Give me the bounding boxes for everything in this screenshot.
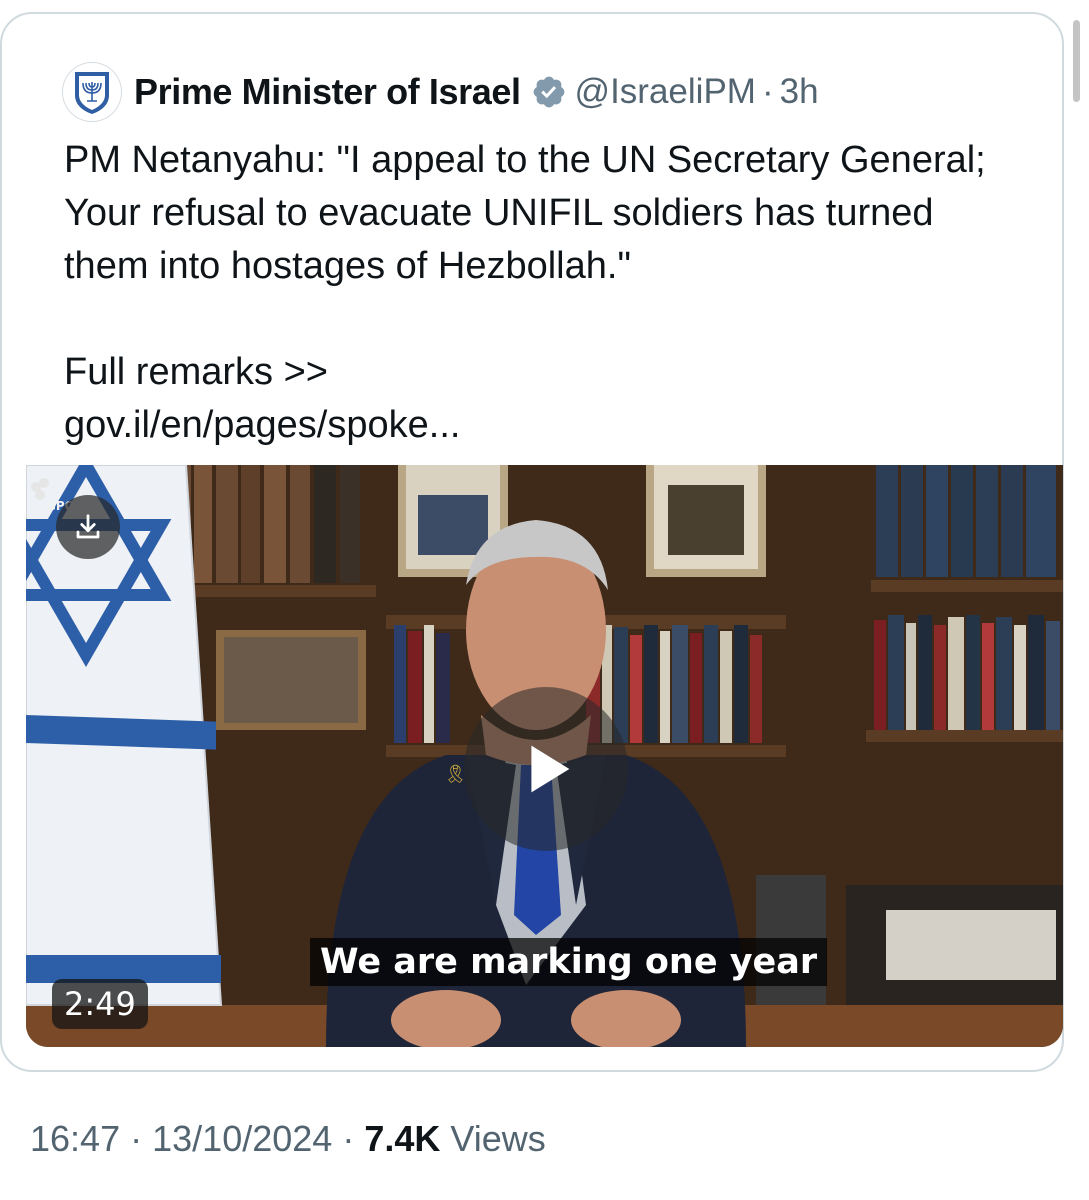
views-label[interactable]: Views <box>450 1118 545 1159</box>
tweet-time[interactable]: 16:47 <box>30 1118 120 1159</box>
video-duration: 2:49 <box>52 979 148 1029</box>
tweet-age[interactable]: 3h <box>780 72 819 112</box>
israel-emblem-icon <box>75 72 109 114</box>
views-count[interactable]: 7.4K <box>364 1118 440 1159</box>
play-icon <box>531 745 570 793</box>
play-button[interactable] <box>464 687 628 851</box>
meta-separator: · <box>342 1118 355 1159</box>
avatar[interactable] <box>62 62 122 122</box>
author-handle[interactable]: @IsraeliPM <box>575 72 756 112</box>
tweet-header: Prime Minister of Israel @IsraeliPM · 3h <box>62 54 819 130</box>
tweet-text: PM Netanyahu: "I appeal to the UN Secret… <box>64 139 986 446</box>
download-icon <box>76 514 100 539</box>
meta-separator: · <box>130 1118 143 1159</box>
page-scrollbar[interactable] <box>1073 20 1080 102</box>
author-name[interactable]: Prime Minister of Israel <box>134 71 521 113</box>
tweet-date[interactable]: 13/10/2024 <box>152 1118 332 1159</box>
video-player[interactable]: 🎗 GPO We are marking one year 2:49 <box>26 465 1063 1047</box>
video-caption: We are marking one year <box>310 938 828 986</box>
download-button[interactable] <box>56 495 120 559</box>
tweet-meta: 16:47 · 13/10/2024 · 7.4K Views <box>30 1118 546 1160</box>
header-separator: · <box>761 72 774 111</box>
verified-badge-icon <box>533 76 564 108</box>
